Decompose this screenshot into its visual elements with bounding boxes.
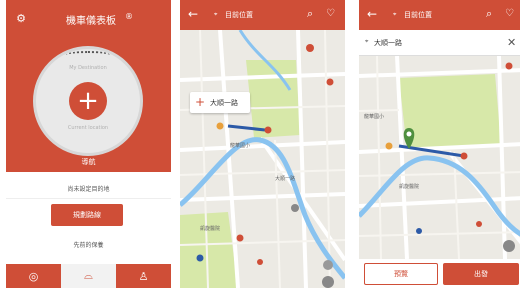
route-action-bar: 預覽 出發 bbox=[359, 259, 520, 288]
map-label-road: 大順一路 bbox=[275, 175, 295, 182]
search-result-popup[interactable]: + 大順一路 bbox=[190, 92, 250, 113]
location-icon: ⌖ bbox=[393, 11, 397, 18]
dial-ticks bbox=[66, 51, 110, 59]
map-graphic: 龍華國小 大順一路 凱旋醫院 bbox=[180, 30, 345, 288]
top-bar: ⚙ 機車儀表板 ® bbox=[6, 0, 171, 36]
tab-speedometer[interactable]: ◎ bbox=[6, 264, 61, 288]
scooter-icon: ⌓ bbox=[84, 269, 93, 282]
go-button[interactable]: 出發 bbox=[443, 263, 519, 285]
person-icon: ♙ bbox=[138, 269, 149, 283]
favorite-icon[interactable]: ♡ bbox=[505, 8, 514, 19]
registered-mark: ® bbox=[125, 12, 133, 21]
back-arrow-icon[interactable]: ← bbox=[188, 7, 198, 21]
navigation-dial: My Destination + Current location bbox=[33, 46, 143, 156]
add-destination-button[interactable]: + bbox=[69, 82, 107, 120]
map-label-school: 龍華國小 bbox=[230, 142, 250, 149]
dashboard-header-area: ⚙ 機車儀表板 ® My Destination + Current locat… bbox=[6, 0, 171, 172]
map-canvas[interactable]: 龍華國小 大順一路 凱旋醫院 bbox=[180, 30, 345, 288]
map-label-hospital: 凱旋醫院 bbox=[399, 183, 419, 190]
destination-value: 大順一路 bbox=[374, 39, 402, 47]
favorite-icon[interactable]: ♡ bbox=[326, 8, 335, 19]
destination-field[interactable]: ⌖ 大順一路 ✕ bbox=[359, 30, 520, 56]
route-title: 目前位置 bbox=[404, 11, 432, 19]
maintenance-link[interactable]: 先前的保養 bbox=[6, 240, 171, 249]
popup-road-name: 大順一路 bbox=[210, 99, 238, 107]
map-top-bar: ← ⌖ 目前位置 ⌕ ♡ bbox=[180, 0, 345, 30]
back-arrow-icon[interactable]: ← bbox=[367, 7, 377, 21]
close-icon[interactable]: ✕ bbox=[507, 36, 516, 49]
navigation-caption: 導航 bbox=[81, 158, 96, 166]
destination-status-text: 尚未設定目的地 bbox=[67, 186, 110, 193]
pin-icon: ⌖ bbox=[365, 38, 369, 45]
route-screen: ← ⌖ 目前位置 ⌕ ♡ ⌖ 大順一路 ✕ 龍華國小 凱旋醫院 預覽 出發 bbox=[359, 0, 520, 288]
speedometer-icon: ◎ bbox=[28, 269, 39, 283]
settings-icon[interactable]: ⚙ bbox=[14, 12, 28, 26]
search-icon[interactable]: ⌕ bbox=[486, 7, 492, 21]
dashboard-screen: ⚙ 機車儀表板 ® My Destination + Current locat… bbox=[6, 0, 171, 288]
route-map-canvas[interactable]: 龍華國小 凱旋醫院 bbox=[359, 56, 520, 259]
page-title: 機車儀表板 bbox=[66, 16, 116, 27]
dial-destination-label: My Destination bbox=[69, 65, 107, 71]
divider bbox=[6, 198, 171, 199]
tab-scooter[interactable]: ⌓ bbox=[61, 264, 116, 288]
route-top-bar: ← ⌖ 目前位置 ⌕ ♡ bbox=[359, 0, 520, 30]
bottom-tab-bar: ◎ ⌓ ♙ bbox=[6, 264, 171, 288]
dial-location-label: Current location bbox=[67, 125, 109, 131]
search-icon[interactable]: ⌕ bbox=[307, 7, 313, 21]
tab-profile[interactable]: ♙ bbox=[116, 264, 171, 288]
map-label-school: 龍華國小 bbox=[364, 113, 384, 120]
map-label-hospital: 凱旋醫院 bbox=[200, 225, 220, 232]
add-icon: + bbox=[195, 95, 206, 109]
plan-route-button[interactable]: 規劃路線 bbox=[51, 204, 123, 226]
route-map-graphic: 龍華國小 凱旋醫院 bbox=[359, 56, 520, 259]
location-icon: ⌖ bbox=[214, 11, 218, 18]
map-title: 目前位置 bbox=[225, 11, 253, 19]
map-screen: ← ⌖ 目前位置 ⌕ ♡ 龍華國小 大順一路 凱旋醫院 + 大順一路 bbox=[180, 0, 345, 288]
preview-button[interactable]: 預覽 bbox=[364, 263, 438, 285]
